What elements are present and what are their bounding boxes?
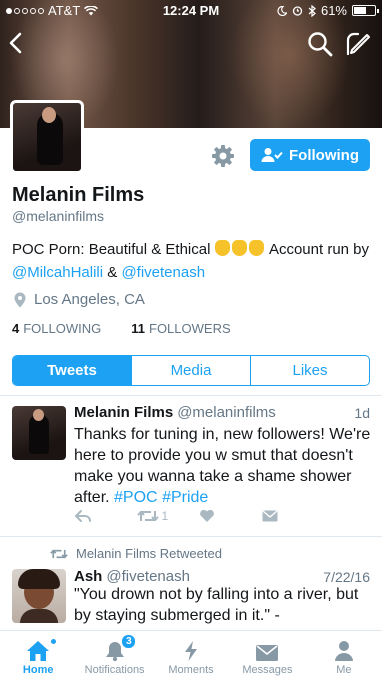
bottom-tab-bar: Home 3 Notifications Moments Messages Me: [0, 630, 382, 680]
retweet-count: 1: [161, 509, 169, 523]
tweet-text: Thanks for tuning in, new followers! We'…: [74, 426, 371, 506]
profile-location: Los Angeles, CA: [14, 291, 145, 308]
bluetooth-icon: [308, 4, 316, 17]
tweet-author[interactable]: Melanin Films @melaninfilms: [74, 404, 276, 421]
tab-moments[interactable]: Moments: [153, 631, 229, 680]
back-button[interactable]: [4, 28, 28, 58]
tab-home[interactable]: Home: [0, 631, 76, 680]
reply-icon: [74, 510, 91, 522]
profile-stats: 4 FOLLOWING 11 FOLLOWERS: [12, 321, 231, 336]
tab-messages[interactable]: Messages: [229, 631, 305, 680]
mention-link-milcahhalili[interactable]: @MilcahHalili: [12, 264, 103, 281]
tweet-timestamp: 7/22/16: [323, 569, 370, 585]
following-button[interactable]: Following: [250, 139, 370, 171]
settings-button[interactable]: [210, 143, 236, 169]
followers-stat[interactable]: 11 FOLLOWERS: [131, 321, 230, 336]
moon-icon: [277, 5, 287, 16]
profile-handle: @melaninfilms: [12, 208, 105, 224]
compose-tweet-button[interactable]: [344, 30, 372, 58]
retweet-button[interactable]: 1: [136, 509, 200, 523]
tweet-timestamp: 1d: [354, 405, 370, 421]
profile-tabs: Tweets Media Likes: [12, 355, 370, 386]
clap-emoji: [214, 240, 266, 258]
envelope-icon: [262, 510, 277, 522]
alarm-icon: [292, 6, 303, 16]
profile-bio: POC Porn: Beautiful & Ethical Account ru…: [12, 240, 370, 281]
tab-notifications[interactable]: 3 Notifications: [76, 631, 152, 680]
following-button-label: Following: [289, 146, 359, 164]
retweet-icon: [136, 510, 159, 522]
profile-avatar[interactable]: [10, 100, 84, 174]
notification-badge: 3: [120, 633, 138, 650]
profile-name: Melanin Films: [12, 184, 145, 206]
retweeted-label: Melanin Films Retweeted: [50, 546, 222, 561]
compose-icon: [346, 32, 370, 56]
hashtag-pride[interactable]: #Pride: [162, 489, 208, 506]
envelope-icon: [256, 645, 279, 661]
tweet-author[interactable]: Ash @fivetenash: [74, 568, 190, 585]
lightning-icon: [185, 641, 198, 661]
tweet-author-avatar[interactable]: [12, 406, 66, 460]
tab-media[interactable]: Media: [131, 356, 250, 385]
hashtag-poc[interactable]: #POC: [114, 489, 158, 506]
reply-button[interactable]: [74, 509, 137, 523]
mention-link-fivetenash[interactable]: @fivetenash: [121, 264, 205, 281]
location-pin-icon: [14, 292, 26, 307]
tweet-item[interactable]: Melanin Films @melaninfilms 1d Thanks for…: [0, 396, 382, 536]
divider: [0, 536, 382, 537]
person-icon: [334, 641, 353, 661]
gear-icon: [212, 145, 234, 167]
status-bar: AT&T 12:24 PM 61%: [0, 0, 382, 22]
new-content-dot: [50, 638, 57, 645]
direct-message-button[interactable]: [262, 510, 325, 522]
tweet-actions: 1: [74, 509, 324, 523]
battery-percent: 61%: [320, 3, 347, 18]
heart-icon: [200, 509, 214, 522]
tweet-item[interactable]: Ash @fivetenash 7/22/16 "You drown not by…: [0, 566, 382, 630]
tweet-text: "You drown not by falling into a river, …: [74, 586, 359, 624]
retweet-icon: [50, 549, 68, 558]
tweet-author-avatar[interactable]: [12, 569, 66, 623]
tab-tweets[interactable]: Tweets: [13, 356, 131, 385]
tab-me[interactable]: Me: [306, 631, 382, 680]
search-icon: [308, 32, 333, 57]
tab-likes[interactable]: Likes: [250, 356, 369, 385]
battery-icon: [352, 5, 379, 16]
search-button[interactable]: [306, 30, 334, 58]
home-icon: [27, 641, 50, 661]
following-stat[interactable]: 4 FOLLOWING: [12, 321, 101, 336]
person-check-icon: [261, 148, 283, 162]
chevron-left-icon: [9, 32, 22, 54]
like-button[interactable]: [199, 509, 262, 523]
